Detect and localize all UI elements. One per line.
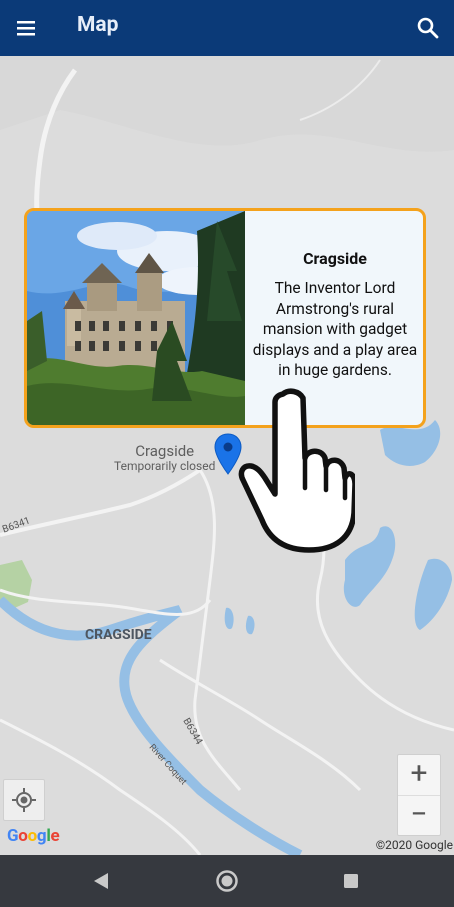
recents-icon[interactable] [338, 869, 364, 893]
home-icon[interactable] [214, 869, 240, 893]
pointing-hand-icon [238, 388, 355, 553]
search-icon[interactable] [414, 14, 442, 42]
place-description: The Inventor Lord Armstrong's rural mans… [252, 279, 418, 379]
marker-label: Cragside Temporarily closed [114, 442, 215, 473]
system-nav-bar [0, 855, 454, 907]
place-card[interactable]: Cragside The Inventor Lord Armstrong's r… [24, 208, 426, 428]
marker-name: Cragside [135, 442, 195, 460]
page-title: Map [77, 13, 119, 37]
zoom-in-button[interactable]: + [398, 755, 440, 795]
map-copyright: ©2020 Google [375, 838, 453, 852]
google-logo: Google [7, 826, 60, 846]
my-location-icon [12, 788, 36, 812]
area-label: CRAGSIDE [85, 627, 152, 643]
app-bar: Map [0, 0, 454, 56]
back-icon[interactable] [88, 869, 114, 893]
place-photo [27, 211, 245, 425]
marker-status: Temporarily closed [114, 459, 216, 473]
my-location-button[interactable] [3, 779, 45, 821]
place-title: Cragside [303, 249, 367, 268]
menu-icon[interactable] [12, 14, 40, 42]
zoom-controls: + − [397, 754, 441, 836]
zoom-out-button[interactable]: − [398, 795, 440, 836]
